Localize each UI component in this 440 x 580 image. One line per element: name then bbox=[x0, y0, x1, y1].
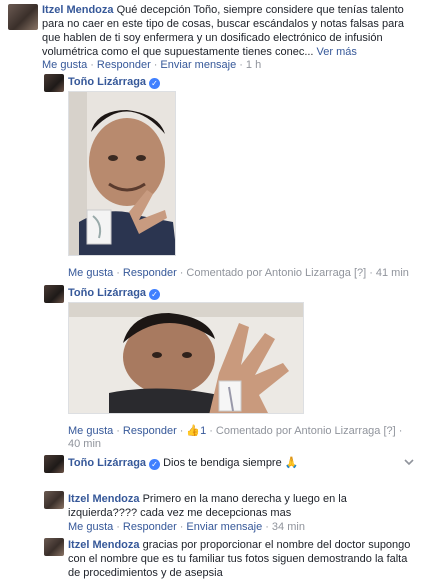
timestamp[interactable]: 1 h bbox=[246, 59, 261, 71]
likes-count[interactable]: 1 bbox=[200, 425, 206, 437]
commented-by-label: Comentado por Antonio Lizarraga bbox=[215, 425, 381, 437]
comment-actions: Me gusta · Responder · Enviar mensaje · 1 h bbox=[42, 59, 262, 71]
comment-actions: Me gusta · Responder · 👍1 · Comentado por Anto… bbox=[68, 425, 403, 437]
avatar[interactable] bbox=[44, 455, 64, 473]
commenter-header: Toño Lizárraga ✓ bbox=[68, 75, 161, 89]
avatar[interactable] bbox=[44, 285, 64, 303]
like-link[interactable]: Me gusta bbox=[68, 267, 113, 279]
comment-body: Itzel Mendoza Qué decepción Toño, siempr… bbox=[42, 3, 438, 59]
commenter-name[interactable]: Toño Lizárraga bbox=[68, 287, 146, 299]
comment-actions: Me gusta · Responder · Enviar mensaje · 34 min bbox=[68, 521, 305, 533]
comment-text: gracias por proporcionar el nombre del d… bbox=[142, 539, 411, 551]
selfie-photo-hospital bbox=[69, 92, 175, 255]
comment-text: volumétrica como el que supuestamente ti… bbox=[42, 46, 314, 58]
like-link[interactable]: Me gusta bbox=[42, 59, 87, 71]
help-link[interactable]: [?] bbox=[354, 267, 366, 279]
commenter-name[interactable]: Itzel Mendoza bbox=[68, 493, 140, 505]
chevron-down-icon[interactable] bbox=[403, 456, 415, 468]
commenter-name[interactable]: Itzel Mendoza bbox=[68, 539, 140, 551]
commenter-name[interactable]: Toño Lizárraga bbox=[68, 76, 146, 88]
like-link[interactable]: Me gusta bbox=[68, 425, 113, 437]
comment-photo[interactable] bbox=[68, 302, 304, 414]
timestamp[interactable]: 40 min bbox=[68, 438, 101, 450]
reply-link[interactable]: Responder bbox=[123, 521, 177, 533]
avatar[interactable] bbox=[44, 74, 64, 92]
reply-link[interactable]: Responder bbox=[97, 59, 151, 71]
comment-time-row: 40 min bbox=[68, 437, 101, 451]
comment-text: Primero en la mano derecha y luego en la bbox=[142, 493, 347, 505]
reply-link[interactable]: Responder bbox=[123, 425, 177, 437]
send-message-link[interactable]: Enviar mensaje bbox=[160, 59, 236, 71]
avatar[interactable] bbox=[44, 491, 64, 509]
reply-link[interactable]: Responder bbox=[123, 267, 177, 279]
comment-body: Itzel Mendoza Primero en la mano derecha… bbox=[68, 492, 428, 520]
timestamp[interactable]: 41 min bbox=[376, 267, 409, 279]
timestamp[interactable]: 34 min bbox=[272, 521, 305, 533]
praying-hands-emoji-icon: 🙏 bbox=[284, 457, 299, 469]
avatar[interactable] bbox=[44, 538, 64, 556]
comment-text: Qué decepción Toño, siempre considere qu… bbox=[116, 4, 404, 16]
comment-body: Toño Lizárraga ✓ Dios te bendiga siempre … bbox=[68, 456, 298, 470]
avatar[interactable] bbox=[8, 4, 38, 30]
comment-body: Itzel Mendoza gracias por proporcionar e… bbox=[68, 538, 438, 580]
commented-by-label: Comentado por Antonio Lizarraga bbox=[186, 267, 351, 279]
comment-text: Dios te bendiga siempre bbox=[163, 457, 282, 469]
send-message-link[interactable]: Enviar mensaje bbox=[186, 521, 262, 533]
comment-text: izquierda???? cada vez me decepcionas ma… bbox=[68, 507, 292, 519]
verified-badge-icon: ✓ bbox=[149, 459, 161, 470]
comment-text: para no caer en este tipo de cosas, busc… bbox=[42, 18, 404, 30]
comment-text: con el nombre que es tu familiar tus fot… bbox=[68, 553, 408, 565]
like-link[interactable]: Me gusta bbox=[68, 521, 113, 533]
comment-text: de procedimientos y de asepsia bbox=[68, 567, 223, 579]
comment-actions: Me gusta · Responder · Comentado por Antonio… bbox=[68, 267, 409, 279]
see-more-link[interactable]: Ver más bbox=[317, 46, 357, 58]
verified-badge-icon: ✓ bbox=[149, 78, 161, 89]
commenter-header: Toño Lizárraga ✓ bbox=[68, 286, 161, 300]
selfie-photo-hand-iv bbox=[69, 303, 303, 413]
help-link[interactable]: [?] bbox=[383, 425, 395, 437]
comment-text: que hablen de ti soy enfermera y un dosi… bbox=[42, 32, 383, 44]
thumbs-up-icon[interactable]: 👍 bbox=[186, 425, 200, 437]
commenter-name[interactable]: Itzel Mendoza bbox=[42, 4, 114, 16]
verified-badge-icon: ✓ bbox=[149, 289, 161, 300]
comment-photo[interactable] bbox=[68, 91, 176, 256]
commenter-name[interactable]: Toño Lizárraga bbox=[68, 457, 146, 469]
